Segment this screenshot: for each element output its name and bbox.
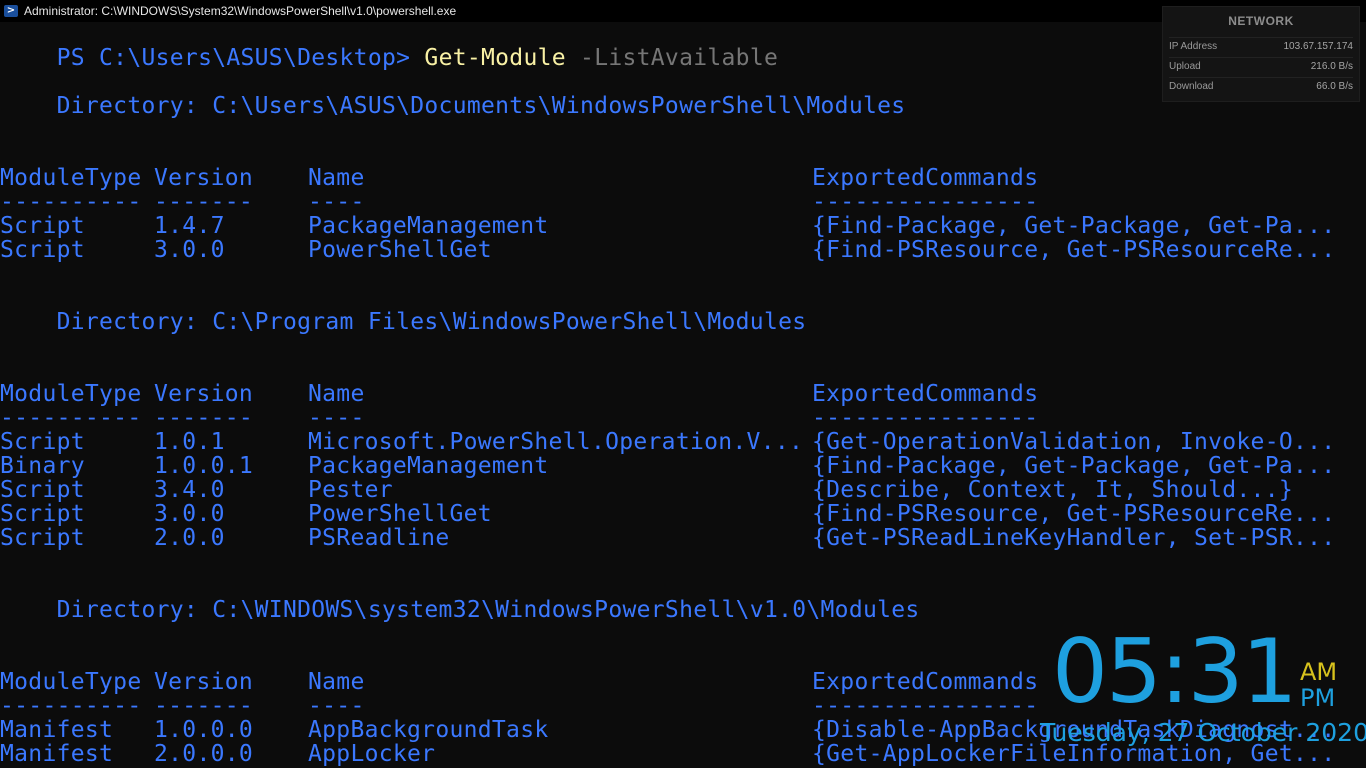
- prompt: PS C:\Users\ASUS\Desktop>: [56, 45, 425, 71]
- network-value: 66.0 B/s: [1316, 81, 1353, 92]
- network-label: IP Address: [1169, 41, 1218, 52]
- rule-name: ----: [308, 693, 365, 719]
- cell-exportedcommands: {Find-PSResource, Get-PSResourceRe...: [812, 237, 1336, 263]
- cell-name: PackageManagement: [308, 213, 549, 239]
- cell-name: PackageManagement: [308, 453, 549, 479]
- table-header-row: ModuleType Version Name ExportedCommands: [0, 670, 1038, 694]
- clock-time: 05:31: [1052, 620, 1298, 723]
- table-row: Script 1.0.1 Microsoft.PowerShell.Operat…: [0, 430, 1335, 454]
- cell-version: 1.4.7: [154, 213, 225, 239]
- rule-name: ----: [308, 189, 365, 215]
- cell-moduletype: Binary: [0, 453, 85, 479]
- table-row: Manifest 2.0.0.0 AppLocker {Get-AppLocke…: [0, 742, 1335, 766]
- network-row-download: Download 66.0 B/s: [1169, 77, 1353, 96]
- network-row-upload: Upload 216.0 B/s: [1169, 57, 1353, 76]
- table-row: Script 1.4.7 PackageManagement {Find-Pac…: [0, 214, 1335, 238]
- table-header-row: ModuleType Version Name ExportedCommands: [0, 382, 1038, 406]
- network-value: 216.0 B/s: [1310, 61, 1353, 72]
- cell-exportedcommands: {Get-OperationValidation, Invoke-O...: [812, 429, 1336, 455]
- rule-exportedcommands: ----------------: [812, 693, 1039, 719]
- cell-name: Microsoft.PowerShell.Operation.V...: [308, 429, 804, 455]
- rule-version: -------: [154, 693, 254, 719]
- cell-moduletype: Script: [0, 477, 85, 503]
- prompt-line: PS C:\Users\ASUS\Desktop> Get-Module -Li…: [0, 22, 778, 70]
- cell-version: 3.0.0: [154, 237, 225, 263]
- network-label: Upload: [1169, 61, 1201, 72]
- cell-name: Pester: [308, 477, 393, 503]
- cell-name: PowerShellGet: [308, 501, 492, 527]
- command-parameter: -ListAvailable: [565, 45, 779, 71]
- cell-exportedcommands: {Describe, Context, It, Should...}: [812, 477, 1294, 503]
- cell-moduletype: Manifest: [0, 741, 114, 767]
- table-row: Manifest 1.0.0.0 AppBackgroundTask {Disa…: [0, 718, 1335, 742]
- cell-version: 3.0.0: [154, 501, 225, 527]
- table-header-rule: ---------- ------- ---- ----------------: [0, 694, 1038, 718]
- table-row: Script 2.0.0 PSReadline {Get-PSReadLineK…: [0, 526, 1335, 550]
- cell-moduletype: Script: [0, 213, 85, 239]
- clock-pm-indicator: PM: [1300, 684, 1336, 712]
- network-row-ip: IP Address 103.67.157.174: [1169, 37, 1353, 56]
- cell-version: 1.0.1: [154, 429, 225, 455]
- header-exportedcommands: ExportedCommands: [812, 381, 1039, 407]
- header-moduletype: ModuleType: [0, 381, 142, 407]
- header-version: Version: [154, 669, 254, 695]
- cell-moduletype: Script: [0, 501, 85, 527]
- cell-moduletype: Manifest: [0, 717, 114, 743]
- directory-line: Directory: C:\Program Files\WindowsPower…: [0, 309, 807, 335]
- cell-name: AppLocker: [308, 741, 436, 767]
- window-title: Administrator: C:\WINDOWS\System32\Windo…: [24, 4, 457, 18]
- cell-name: PowerShellGet: [308, 237, 492, 263]
- table-row: Binary 1.0.0.1 PackageManagement {Find-P…: [0, 454, 1335, 478]
- table-header-rule: ---------- ------- ---- ----------------: [0, 190, 1038, 214]
- cell-exportedcommands: {Find-Package, Get-Package, Get-Pa...: [812, 453, 1336, 479]
- header-name: Name: [308, 669, 365, 695]
- rule-name: ----: [308, 405, 365, 431]
- rule-version: -------: [154, 189, 254, 215]
- table-row: Script 3.4.0 Pester {Describe, Context, …: [0, 478, 1293, 502]
- cell-moduletype: Script: [0, 429, 85, 455]
- network-label: Download: [1169, 81, 1214, 92]
- header-exportedcommands: ExportedCommands: [812, 669, 1039, 695]
- rule-moduletype: ----------: [0, 189, 142, 215]
- header-name: Name: [308, 381, 365, 407]
- command-text: Get-Module: [424, 45, 566, 71]
- cell-name: AppBackgroundTask: [308, 717, 549, 743]
- powershell-icon: >: [4, 5, 18, 17]
- rule-version: -------: [154, 405, 254, 431]
- cell-version: 1.0.0.0: [154, 717, 254, 743]
- clock-date: Tuesday, 27 October 2020: [1040, 718, 1366, 747]
- header-version: Version: [154, 165, 254, 191]
- cell-version: 3.4.0: [154, 477, 225, 503]
- rule-exportedcommands: ----------------: [812, 405, 1039, 431]
- rule-moduletype: ----------: [0, 693, 142, 719]
- clock-am-indicator: AM: [1300, 658, 1338, 686]
- network-value: 103.67.157.174: [1283, 41, 1353, 52]
- rule-moduletype: ----------: [0, 405, 142, 431]
- cell-name: PSReadline: [308, 525, 450, 551]
- network-widget-title: NETWORK: [1228, 14, 1294, 28]
- cell-version: 2.0.0: [154, 525, 225, 551]
- cell-version: 2.0.0.0: [154, 741, 254, 767]
- header-name: Name: [308, 165, 365, 191]
- cell-exportedcommands: {Find-Package, Get-Package, Get-Pa...: [812, 213, 1336, 239]
- table-row: Script 3.0.0 PowerShellGet {Find-PSResou…: [0, 502, 1335, 526]
- cell-moduletype: Script: [0, 525, 85, 551]
- cell-exportedcommands: {Get-PSReadLineKeyHandler, Set-PSR...: [812, 525, 1336, 551]
- directory-line: Directory: C:\Users\ASUS\Documents\Windo…: [0, 93, 906, 119]
- header-version: Version: [154, 381, 254, 407]
- cell-moduletype: Script: [0, 237, 85, 263]
- cell-exportedcommands: {Find-PSResource, Get-PSResourceRe...: [812, 501, 1336, 527]
- table-header-rule: ---------- ------- ---- ----------------: [0, 406, 1038, 430]
- network-widget: NETWORK IP Address 103.67.157.174 Upload…: [1162, 6, 1360, 102]
- table-header-row: ModuleType Version Name ExportedCommands: [0, 166, 1038, 190]
- header-exportedcommands: ExportedCommands: [812, 165, 1039, 191]
- header-moduletype: ModuleType: [0, 165, 142, 191]
- cell-version: 1.0.0.1: [154, 453, 254, 479]
- table-row: Script 3.0.0 PowerShellGet {Find-PSResou…: [0, 238, 1335, 262]
- header-moduletype: ModuleType: [0, 669, 142, 695]
- directory-line: Directory: C:\WINDOWS\system32\WindowsPo…: [0, 597, 920, 623]
- rule-exportedcommands: ----------------: [812, 189, 1039, 215]
